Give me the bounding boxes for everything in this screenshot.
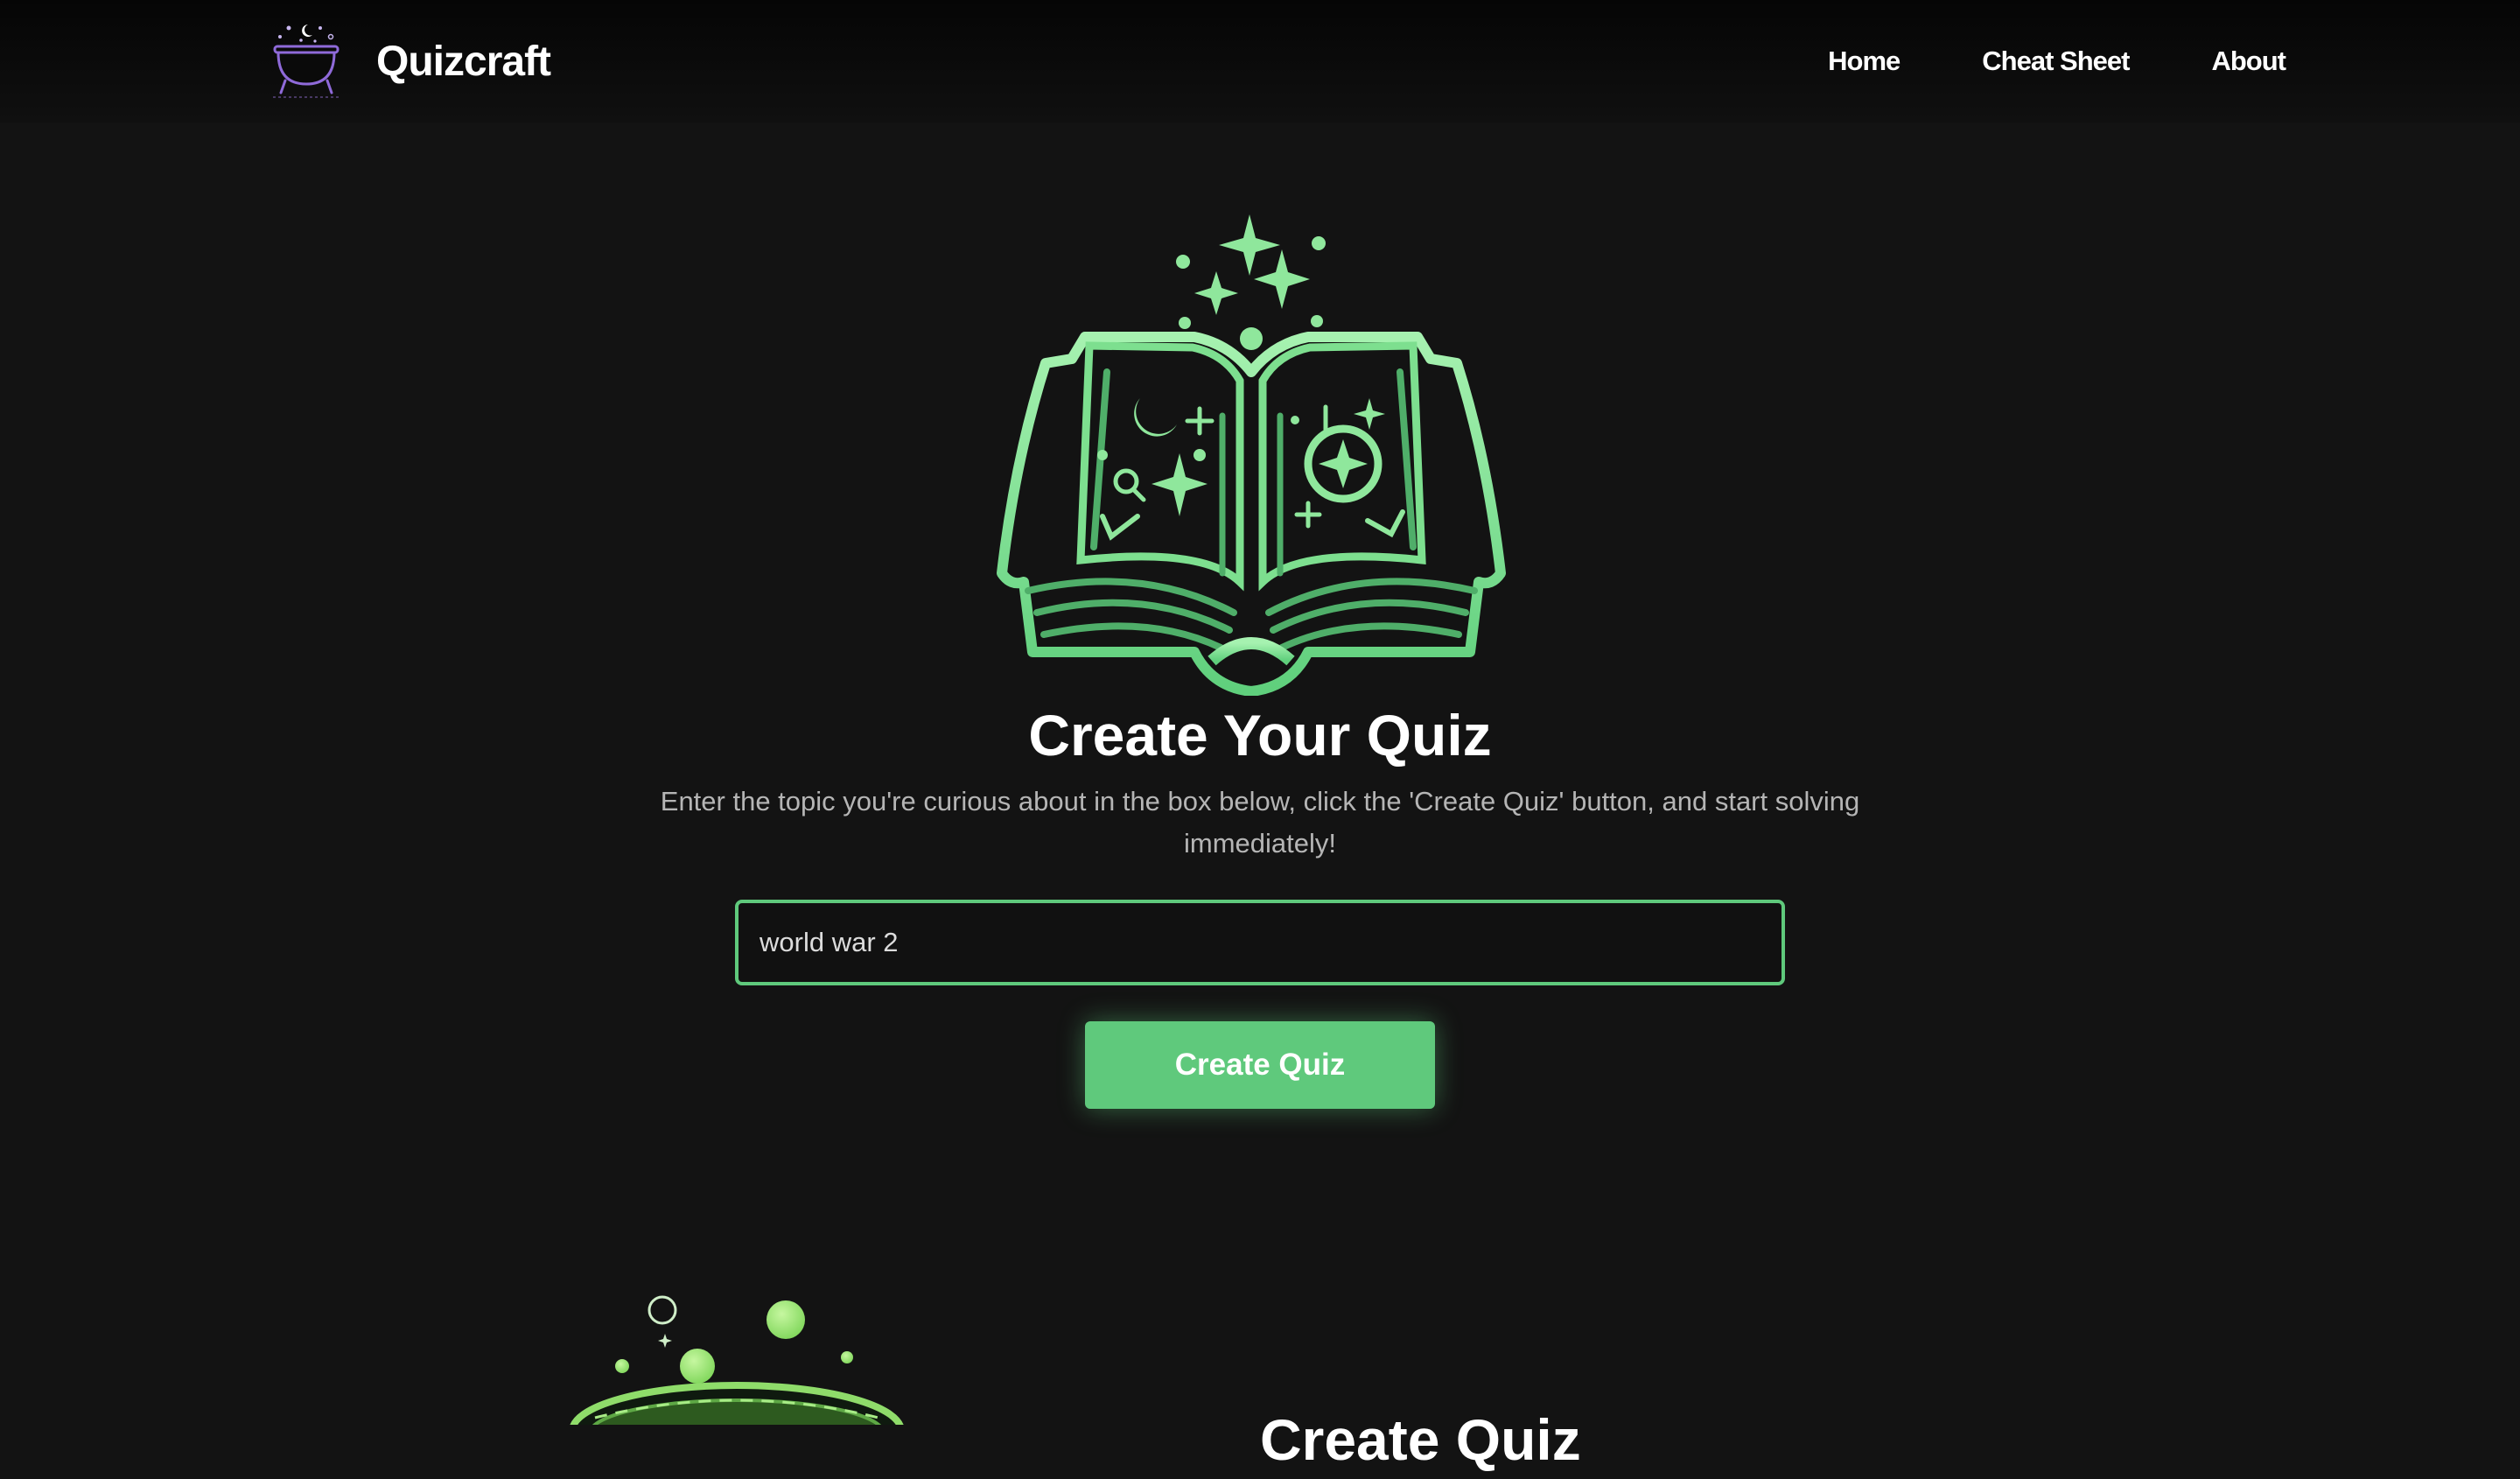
topic-input[interactable] xyxy=(735,900,1785,985)
page-title: Create Your Quiz xyxy=(1028,703,1492,768)
create-quiz-button[interactable]: Create Quiz xyxy=(1085,1021,1435,1109)
nav-home[interactable]: Home xyxy=(1828,35,1900,88)
brand-name[interactable]: Quizcraft xyxy=(376,38,551,86)
navbar: Quizcraft Home Cheat Sheet About xyxy=(0,0,2520,123)
page-subtitle: Enter the topic you're curious about in … xyxy=(660,786,1860,859)
section-title: Create Quiz xyxy=(1260,1407,1581,1472)
cauldron-icon xyxy=(273,25,340,98)
magic-book-icon xyxy=(997,214,1506,696)
bubbling-cauldron-icon xyxy=(570,1295,904,1425)
nav-about[interactable]: About xyxy=(2211,35,2286,88)
brand[interactable]: Quizcraft xyxy=(262,16,551,107)
nav-cheat-sheet[interactable]: Cheat Sheet xyxy=(1982,35,2130,88)
main-nav: Home Cheat Sheet About xyxy=(1828,35,2286,88)
